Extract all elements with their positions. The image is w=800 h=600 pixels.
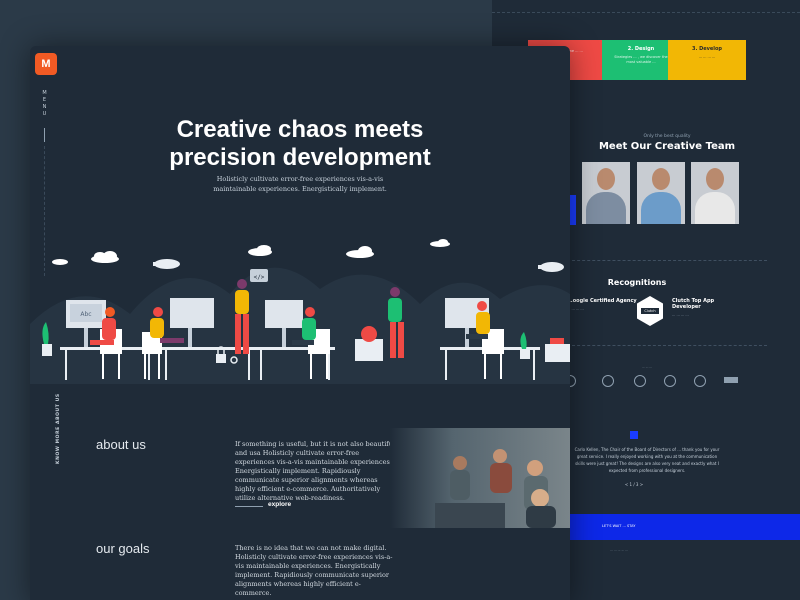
divider — [567, 260, 767, 261]
team-member-photo[interactable] — [691, 162, 739, 224]
hero-subtitle: Holisticly cultivate error-free experien… — [213, 175, 387, 193]
badge-label: Clutch — [641, 308, 659, 314]
cloud-icon — [91, 251, 119, 263]
recognitions-title: Recognitions — [607, 278, 667, 287]
team-meeting-photo — [390, 428, 570, 528]
about-title: about us — [96, 437, 146, 452]
brand-logo[interactable]: M — [35, 53, 57, 75]
step-card-develop: 3. Develop ... ... ... ... — [668, 40, 746, 80]
hero-title-line: Creative chaos meets — [176, 116, 424, 143]
office-illustration: </> Abc — [30, 239, 570, 384]
cloud-icon — [52, 259, 68, 265]
cta-label: LET'S WAIT ... STAY — [602, 524, 636, 528]
hero-title-line: precision development — [169, 144, 431, 171]
cloud-icon — [430, 239, 450, 247]
divider — [567, 345, 767, 346]
team-member-photo[interactable] — [637, 162, 685, 224]
blimp-icon — [538, 262, 564, 272]
team-title: Meet Our Creative Team — [598, 141, 736, 152]
recognition-item: ...oogle Certified Agency ... ... ... ..… — [567, 298, 637, 312]
cloud-icon — [346, 246, 374, 258]
partners-label: ... ... ... — [641, 365, 653, 369]
clutch-badge-icon: Clutch — [637, 296, 663, 326]
cloud-icon — [248, 245, 272, 256]
footer-links[interactable]: ... ... ... ... ... — [610, 548, 628, 552]
testimonial-text: Carlo Kellen, The Chair of the Board of … — [574, 447, 720, 473]
menu-button[interactable]: MENU — [42, 90, 48, 118]
side-caption: KNOW MORE ABOUT US — [56, 393, 61, 464]
team-subtitle: Only the best quality — [643, 134, 691, 139]
goals-title: our goals — [96, 541, 150, 556]
code-tag: </> — [254, 274, 265, 281]
recognition-title: Clutch Top App Developer — [672, 298, 715, 310]
recognition-item: Clutch Top App Developer ... ... ... ... — [672, 298, 742, 318]
step-desc: ... ... ... ... — [698, 55, 716, 59]
partner-logo-icon — [664, 375, 676, 387]
recognition-title: ...oogle Certified Agency — [567, 298, 637, 304]
blimp-icon — [153, 259, 180, 269]
explore-link[interactable]: explore — [268, 501, 291, 508]
partner-logo-icon — [724, 377, 738, 383]
quote-icon — [630, 431, 638, 439]
partner-logo-icon — [694, 375, 706, 387]
recognition-desc: ... ... ... ... — [567, 307, 584, 311]
recognition-desc: ... ... ... ... — [672, 313, 689, 317]
code-bubble-icon: </> — [250, 269, 268, 282]
goals-text: There is no idea that we can not make di… — [235, 544, 393, 597]
screen-label: Abc — [80, 311, 91, 318]
menu-divider — [44, 128, 45, 142]
main-page-preview: M MENU Creative chaos meets precision de… — [30, 46, 570, 600]
divider — [492, 12, 800, 13]
about-text: If something is useful, but it is not al… — [235, 440, 395, 502]
testimonial-pager[interactable]: < 1 / 3 > — [614, 482, 654, 487]
team-member-photo[interactable] — [582, 162, 630, 224]
explore-line — [235, 506, 263, 507]
hero-title: Creative chaos meets precision developme… — [150, 116, 450, 172]
partner-logo-icon — [602, 375, 614, 387]
partner-logo-icon — [634, 375, 646, 387]
